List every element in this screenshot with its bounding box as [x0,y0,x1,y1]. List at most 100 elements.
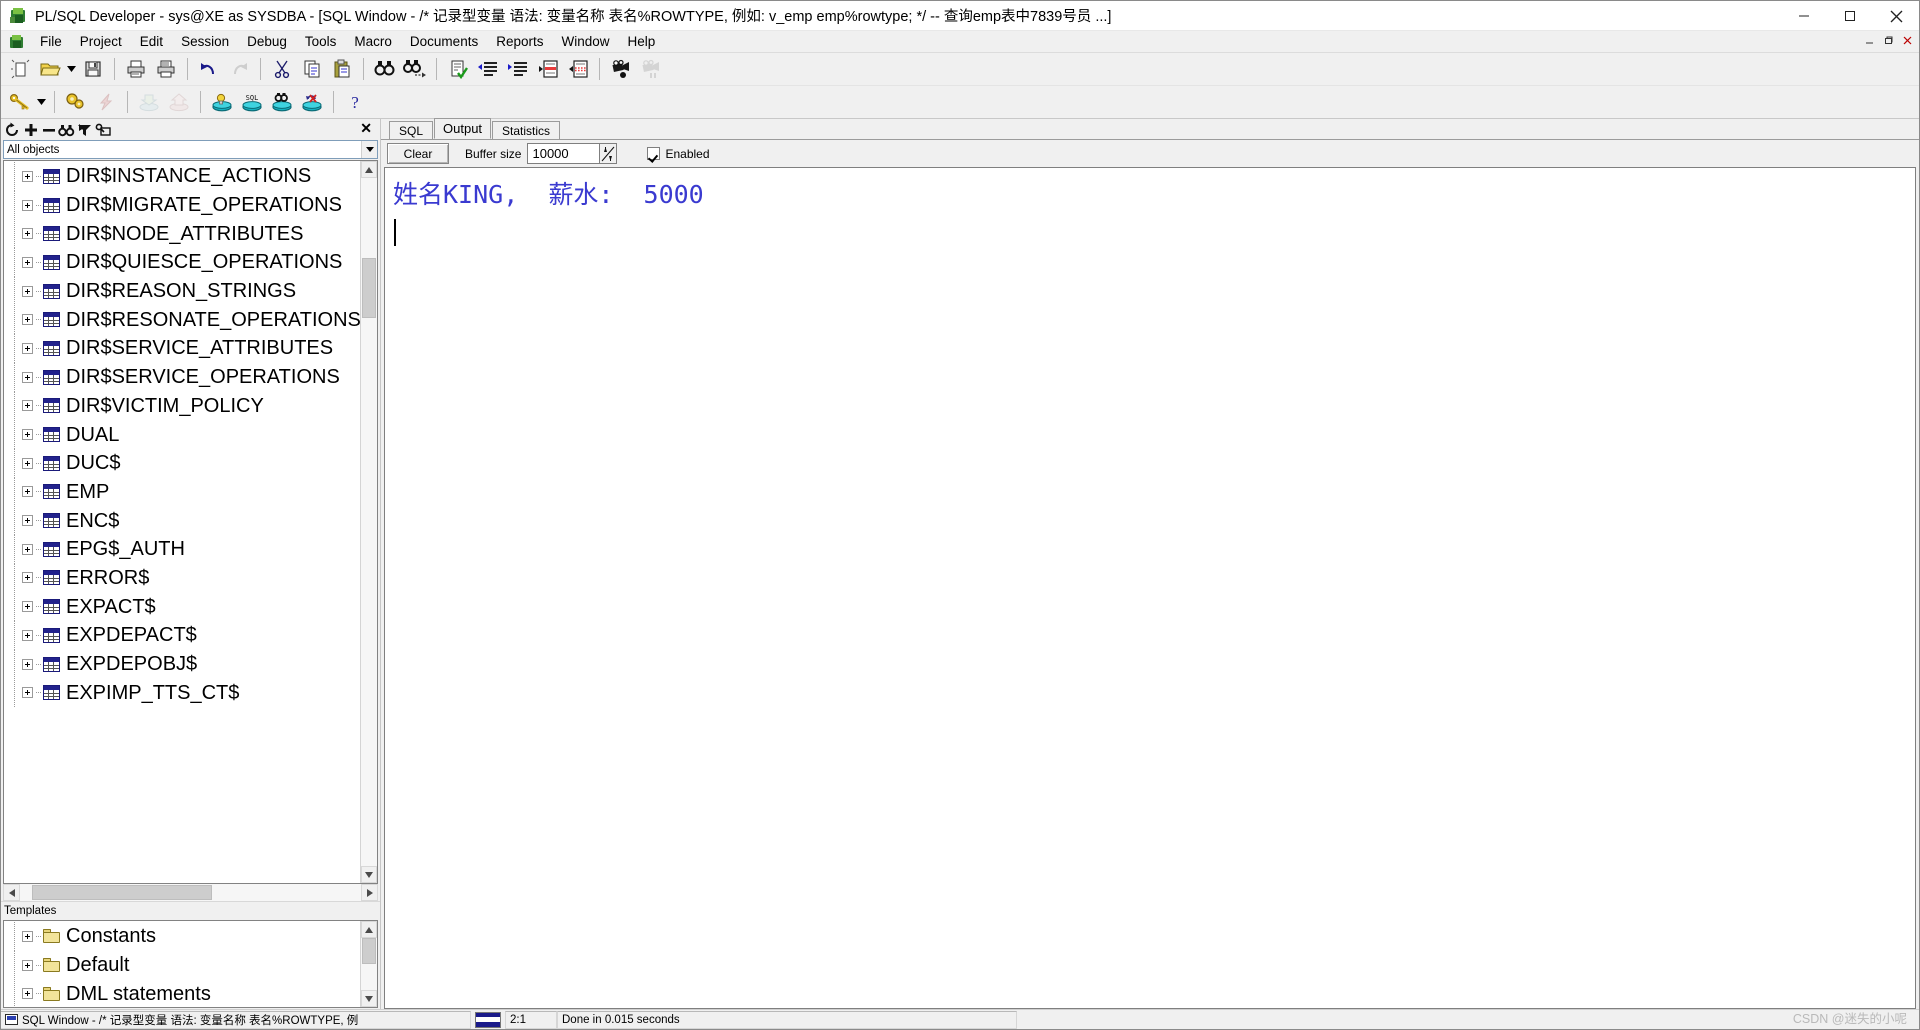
mdi-close-button[interactable] [1900,33,1915,48]
expander-icon[interactable] [22,285,33,297]
syntax-check-button[interactable] [443,55,473,83]
menu-item-project[interactable]: Project [71,32,131,51]
new-button[interactable] [5,55,35,83]
mdi-restore-button[interactable] [1881,33,1896,48]
maximize-button[interactable] [1827,1,1873,31]
record-macro-button[interactable] [606,55,636,83]
find-next-button[interactable] [400,55,430,83]
menu-item-macro[interactable]: Macro [345,32,401,51]
folder-key-icon[interactable] [94,121,111,139]
tree-item[interactable]: EPG$_AUTH [4,534,360,564]
browser-close-button[interactable]: ✕ [360,121,372,136]
sql-button[interactable]: SQL [237,88,267,116]
expander-icon[interactable] [22,930,33,942]
tree-item[interactable]: DIR$MIGRATE_OPERATIONS [4,190,360,220]
print-preview-button[interactable] [151,55,181,83]
copy-button[interactable] [297,55,327,83]
tree-item[interactable]: ERROR$ [4,563,360,593]
menu-item-reports[interactable]: Reports [487,32,552,51]
expander-icon[interactable] [22,342,33,354]
play-macro-button[interactable] [636,55,666,83]
import-button[interactable] [134,88,164,116]
tree-item[interactable]: DUAL [4,420,360,449]
tree-item[interactable]: EMP [4,477,360,507]
explain-dropdown-button[interactable] [35,88,48,116]
paste-button[interactable] [327,55,357,83]
session-info-button[interactable] [207,88,237,116]
tree-vertical-scrollbar[interactable] [360,161,377,883]
redo-button[interactable] [224,55,254,83]
filter-icon[interactable] [76,121,93,139]
menu-item-file[interactable]: File [31,32,71,51]
expander-icon[interactable] [22,371,33,383]
expander-icon[interactable] [22,400,33,412]
outdent-button[interactable] [503,55,533,83]
tree-item[interactable]: DIR$QUIESCE_OPERATIONS [4,248,360,277]
cut-button[interactable] [267,55,297,83]
expander-icon[interactable] [22,314,33,326]
break-button[interactable] [91,88,121,116]
hscroll-thumb[interactable] [32,885,212,900]
tree-item[interactable]: DIR$REASON_STRINGS [4,276,360,306]
comment-button[interactable] [533,55,563,83]
rollback-button[interactable] [297,88,327,116]
templates-tree[interactable]: Constants Default DML statements [4,921,360,1007]
expander-icon[interactable] [22,170,33,182]
plus-icon[interactable] [22,121,39,139]
tree-item[interactable]: ENC$ [4,506,360,535]
menu-item-tools[interactable]: Tools [296,32,346,51]
tree-item[interactable]: DUC$ [4,448,360,478]
help-button[interactable]: ? [340,88,370,116]
expander-icon[interactable] [22,988,33,1000]
open-button[interactable] [35,55,65,83]
menu-item-help[interactable]: Help [619,32,665,51]
menu-item-debug[interactable]: Debug [238,32,296,51]
tree-item[interactable]: EXPDEPACT$ [4,621,360,650]
expander-icon[interactable] [22,429,33,441]
menu-item-documents[interactable]: Documents [401,32,487,51]
scroll-thumb[interactable] [362,258,376,318]
clear-button[interactable]: Clear [387,143,449,164]
explain-plan-button[interactable] [5,88,35,116]
expander-icon[interactable] [22,601,33,613]
tab-statistics[interactable]: Statistics [492,121,561,139]
refresh-icon[interactable] [4,121,21,139]
expander-icon[interactable] [22,457,33,469]
expander-icon[interactable] [22,486,33,498]
chevron-down-icon[interactable] [361,141,377,158]
enabled-checkbox[interactable] [647,147,661,160]
uncomment-button[interactable] [563,55,593,83]
tree-item[interactable]: EXPACT$ [4,592,360,621]
expander-icon[interactable] [22,543,33,555]
execute-button[interactable] [61,88,91,116]
tree-item[interactable]: DIR$RESONATE_OPERATIONS [4,305,360,334]
tab-output[interactable]: Output [434,118,492,139]
object-tree[interactable]: DIR$INSTANCE_ACTIONS DIR$MIGRATE_OPERATI… [4,161,360,883]
scroll-track[interactable] [361,938,377,990]
expander-icon[interactable] [22,199,33,211]
scroll-track[interactable] [361,178,377,866]
menu-item-edit[interactable]: Edit [131,32,172,51]
output-text-area[interactable]: 姓名KING, 薪水: 5000 [384,167,1916,1009]
export-button[interactable] [164,88,194,116]
minus-icon[interactable] [40,121,57,139]
menu-item-window[interactable]: Window [552,32,618,51]
indent-button[interactable] [473,55,503,83]
save-button[interactable] [78,55,108,83]
scroll-down-button[interactable] [361,866,377,883]
tree-item[interactable]: DIR$INSTANCE_ACTIONS [4,162,360,191]
expander-icon[interactable] [22,959,33,971]
expander-icon[interactable] [22,515,33,527]
print-button[interactable] [121,55,151,83]
minimize-button[interactable] [1781,1,1827,31]
tree-item[interactable]: DIR$SERVICE_ATTRIBUTES [4,334,360,363]
scroll-right-button[interactable] [361,884,378,901]
binoculars-icon[interactable] [58,121,75,139]
buffer-size-input[interactable]: 10000 [527,143,600,164]
template-item[interactable]: DML statements [4,979,360,1007]
tab-sql[interactable]: SQL [389,121,434,139]
buffer-size-stepper[interactable]: 10000 [527,143,618,164]
hscroll-track[interactable] [20,884,361,901]
scroll-down-button[interactable] [361,990,377,1007]
expander-icon[interactable] [22,658,33,670]
